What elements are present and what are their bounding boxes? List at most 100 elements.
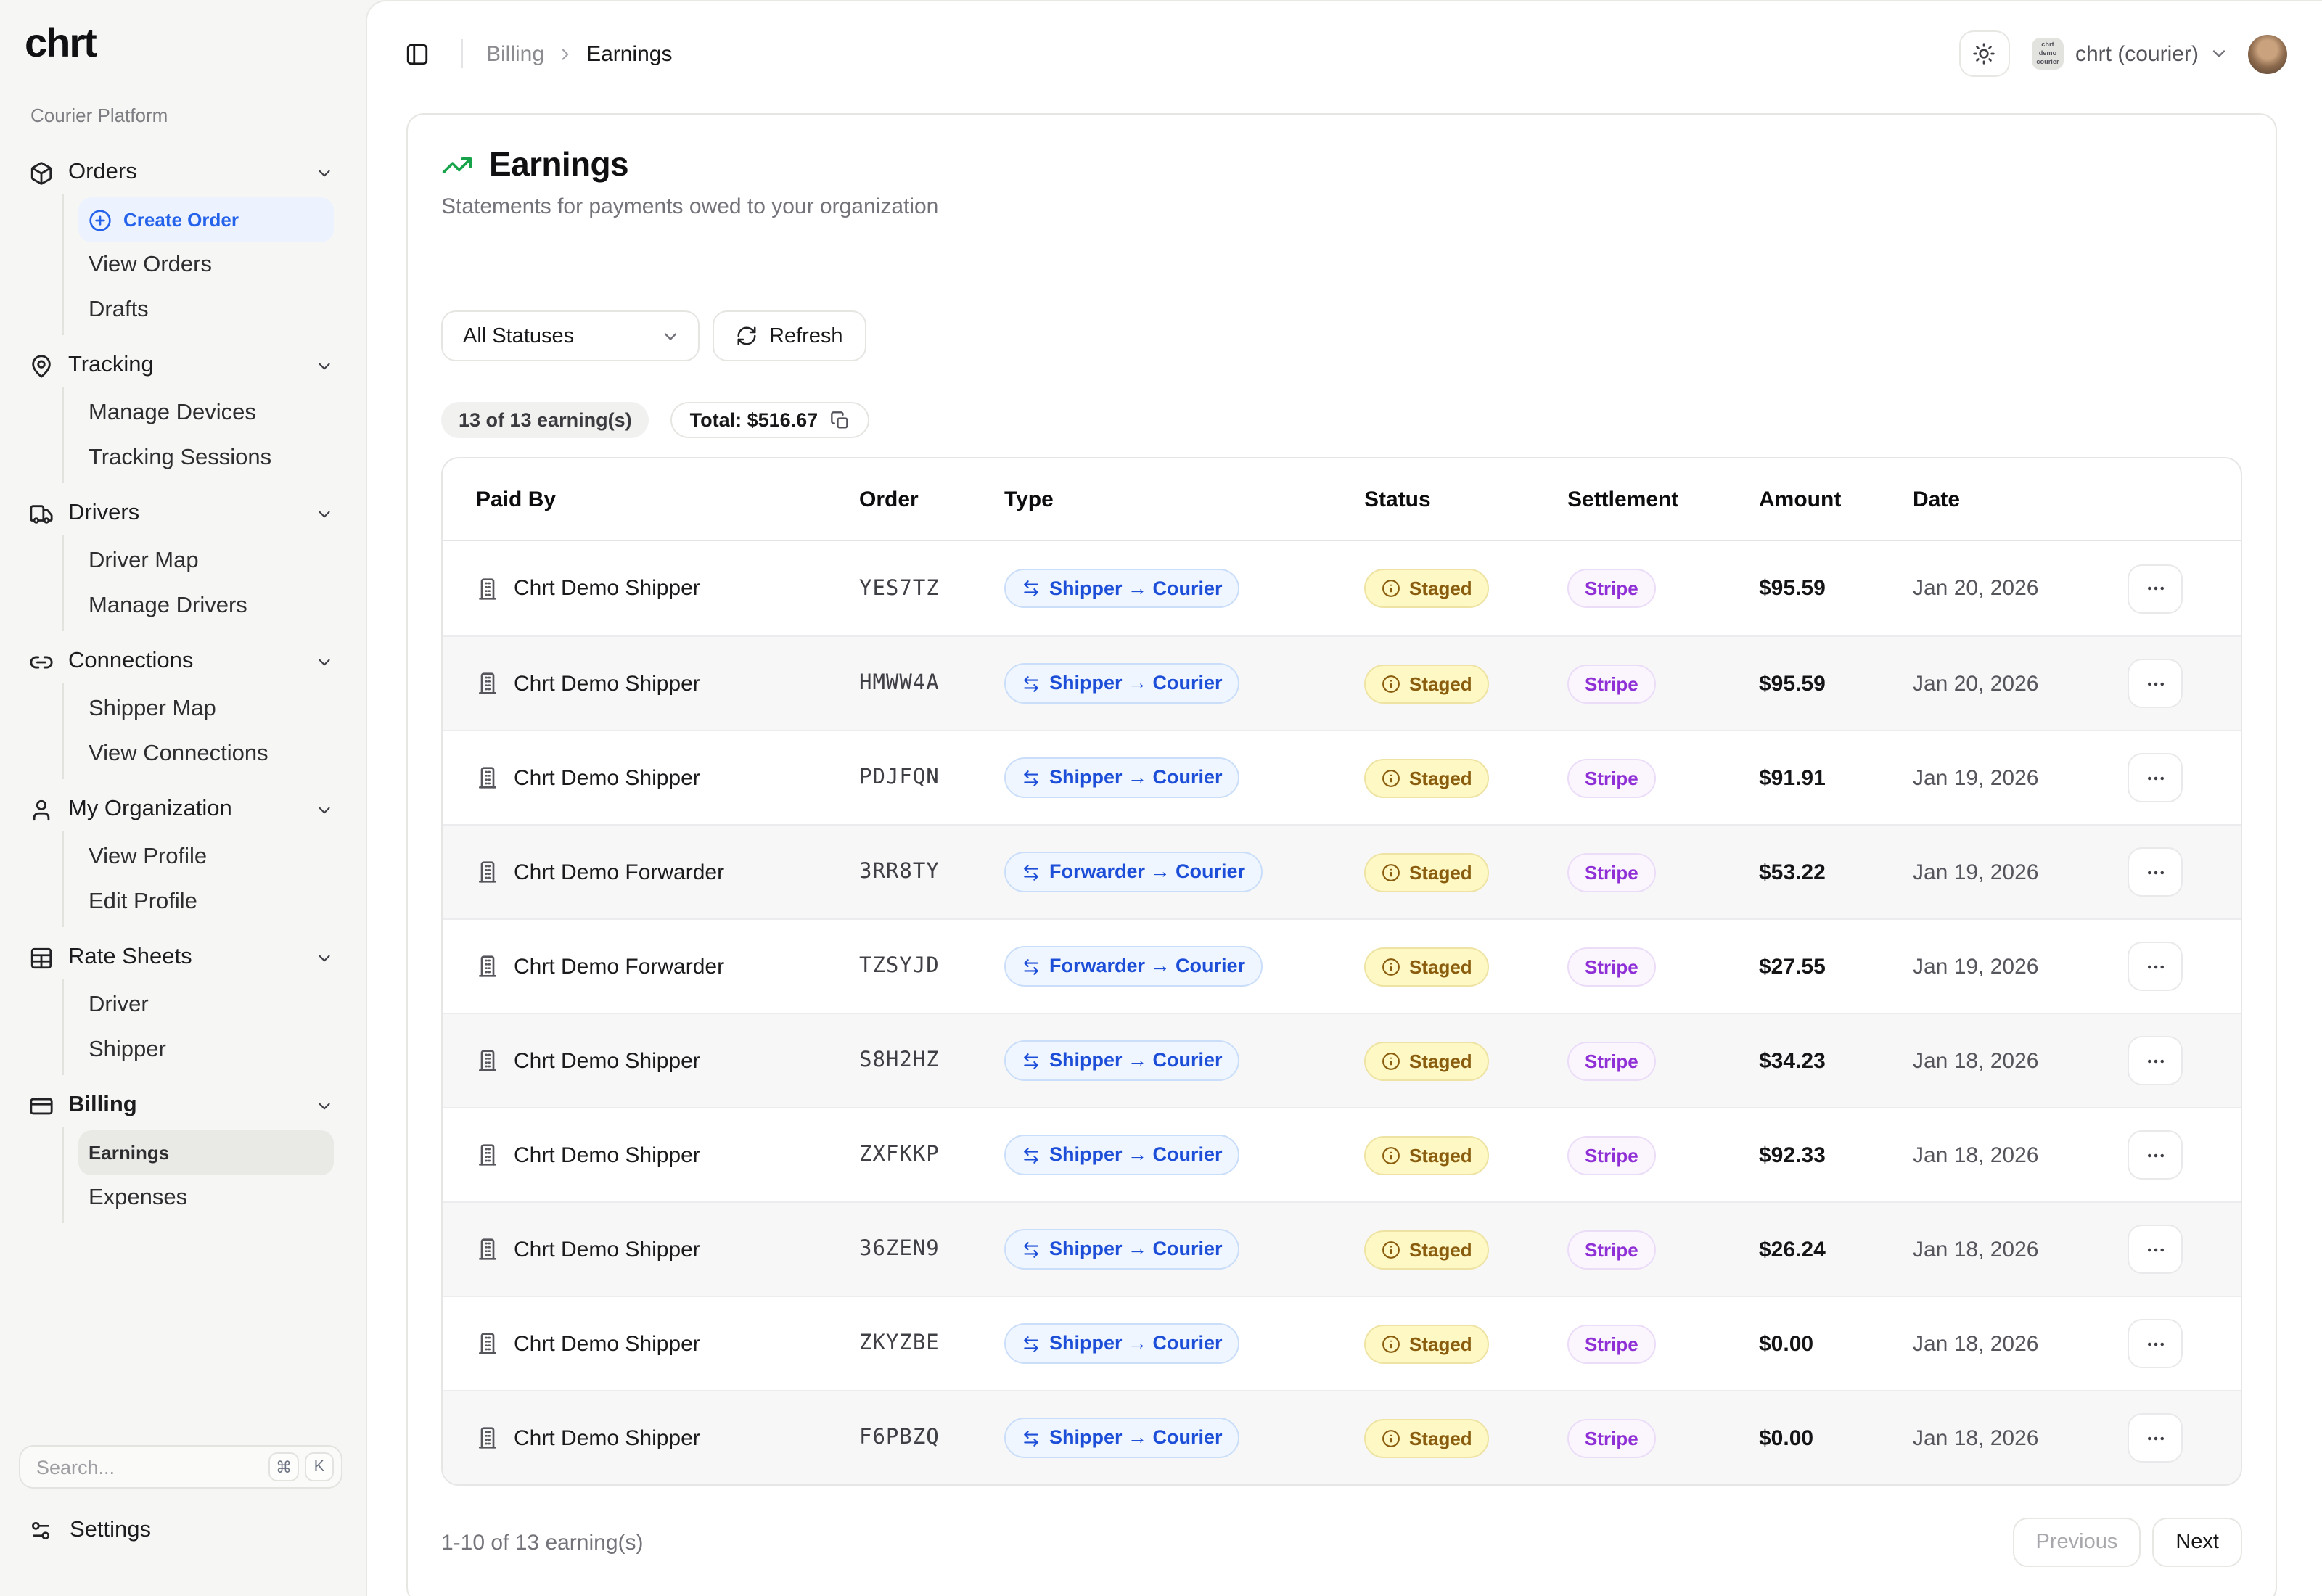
row-actions-button[interactable] [2128, 1413, 2183, 1463]
type-cell: Shipper → Courier [1004, 1041, 1364, 1081]
row-actions-button[interactable] [2128, 1036, 2183, 1085]
next-page-button[interactable]: Next [2152, 1518, 2242, 1567]
chevron-down-icon[interactable] [2209, 44, 2229, 64]
user-icon [29, 797, 54, 822]
avatar[interactable] [2248, 34, 2287, 73]
building-icon [476, 1049, 499, 1072]
paid-by-cell: Chrt Demo Shipper [476, 1237, 859, 1262]
settlement-cell: Stripe [1567, 758, 1759, 797]
sidebar-item-label: Rate Sheets [68, 945, 300, 971]
trending-up-icon [441, 149, 473, 181]
table-row[interactable]: Chrt Demo Shipper ZXFKKP Shipper → Couri… [443, 1107, 2241, 1201]
sidebar-item-rate-driver[interactable]: Driver [64, 982, 342, 1027]
building-icon [476, 860, 499, 884]
breadcrumb-section[interactable]: Billing [486, 41, 544, 66]
nav-group-connections: Connections Shipper Map View Connections [23, 640, 342, 779]
sidebar-item-drivers[interactable]: Drivers [23, 492, 342, 535]
arrows-left-right-icon [1022, 957, 1041, 976]
copy-icon[interactable] [829, 410, 850, 430]
divider [461, 39, 463, 68]
date-value: Jan 18, 2026 [1913, 1143, 2087, 1167]
search-box: ⌘ K [19, 1445, 342, 1489]
refresh-icon [736, 325, 758, 347]
page-subtitle: Statements for payments owed to your org… [441, 194, 2242, 219]
sidebar-item-tracking-sessions[interactable]: Tracking Sessions [64, 435, 342, 480]
sidebar-item-driver-map[interactable]: Driver Map [64, 538, 342, 583]
theme-toggle-button[interactable] [1959, 30, 2010, 77]
settlement-cell: Stripe [1567, 852, 1759, 892]
row-actions-button[interactable] [2128, 847, 2183, 897]
row-actions-button[interactable] [2128, 659, 2183, 708]
sidebar-item-manage-drivers[interactable]: Manage Drivers [64, 583, 342, 628]
sidebar-item-billing[interactable]: Billing [23, 1084, 342, 1127]
row-actions-button[interactable] [2128, 942, 2183, 991]
filter-controls: All Statuses Refresh [441, 310, 2242, 361]
sidebar-toggle-button[interactable] [395, 32, 438, 75]
sidebar-item-label: Billing [68, 1093, 300, 1119]
status-cell: Staged [1364, 947, 1567, 986]
credit-card-icon [29, 1093, 54, 1118]
status-badge: Staged [1364, 1418, 1490, 1457]
sidebar-item-rate-sheets[interactable]: Rate Sheets [23, 936, 342, 979]
row-actions-button[interactable] [2128, 753, 2183, 802]
column-header-type: Type [1004, 487, 1364, 511]
search-input[interactable] [36, 1456, 263, 1478]
sidebar-item-tracking[interactable]: Tracking [23, 344, 342, 387]
status-badge: Staged [1364, 758, 1490, 797]
status-badge: Staged [1364, 852, 1490, 892]
settlement-cell: Stripe [1567, 1041, 1759, 1080]
sidebar-item-drafts[interactable]: Drafts [64, 287, 342, 332]
sidebar-item-edit-profile[interactable]: Edit Profile [64, 879, 342, 924]
column-header-paid-by: Paid By [476, 487, 859, 511]
org-switcher[interactable]: chrt (courier) [2075, 41, 2199, 66]
actions-cell [2128, 1036, 2183, 1085]
sidebar-item-create-order[interactable]: Create Order [78, 197, 334, 242]
sidebar-item-orders[interactable]: Orders [23, 151, 342, 194]
table-row[interactable]: Chrt Demo Shipper PDJFQN Shipper → Couri… [443, 730, 2241, 824]
row-actions-button[interactable] [2128, 1225, 2183, 1274]
type-cell: Forwarder → Courier [1004, 852, 1364, 892]
sidebar-item-earnings[interactable]: Earnings [78, 1130, 334, 1175]
amount-value: $92.33 [1759, 1143, 1913, 1167]
row-actions-button[interactable] [2128, 1130, 2183, 1180]
sidebar-item-manage-devices[interactable]: Manage Devices [64, 390, 342, 435]
row-actions-button[interactable] [2128, 564, 2183, 613]
table-row[interactable]: Chrt Demo Forwarder TZSYJD Forwarder → C… [443, 918, 2241, 1013]
sidebar-item-view-profile[interactable]: View Profile [64, 834, 342, 879]
table-header-row: Paid By Order Type Status Settlement Amo… [443, 458, 2241, 541]
nav-group-tracking: Tracking Manage Devices Tracking Session… [23, 344, 342, 483]
status-filter-select[interactable]: All Statuses [441, 310, 700, 361]
settlement-badge: Stripe [1567, 1230, 1656, 1269]
table-row[interactable]: Chrt Demo Shipper S8H2HZ Shipper → Couri… [443, 1013, 2241, 1107]
refresh-button[interactable]: Refresh [713, 310, 866, 361]
table-row[interactable]: Chrt Demo Shipper HMWW4A Shipper → Couri… [443, 635, 2241, 730]
building-icon [476, 955, 499, 978]
sidebar-item-shipper-map[interactable]: Shipper Map [64, 686, 342, 731]
type-cell: Shipper → Courier [1004, 1230, 1364, 1270]
chevron-down-icon [660, 326, 681, 346]
topbar: Billing Earnings chrt demo courier chrt … [367, 1, 2322, 106]
status-badge: Staged [1364, 1041, 1490, 1080]
type-label: Forwarder → Courier [1049, 957, 1245, 976]
sidebar-item-view-connections[interactable]: View Connections [64, 731, 342, 776]
table-row[interactable]: Chrt Demo Shipper 36ZEN9 Shipper → Couri… [443, 1201, 2241, 1296]
sidebar-item-rate-shipper[interactable]: Shipper [64, 1027, 342, 1072]
amount-value: $91.91 [1759, 765, 1913, 790]
table-row[interactable]: Chrt Demo Shipper YES7TZ Shipper → Couri… [443, 541, 2241, 635]
status-cell: Staged [1364, 1041, 1567, 1080]
previous-page-button[interactable]: Previous [2013, 1518, 2141, 1567]
table-row[interactable]: Chrt Demo Shipper ZKYZBE Shipper → Couri… [443, 1296, 2241, 1390]
settlement-cell: Stripe [1567, 664, 1759, 703]
sidebar-item-my-organization[interactable]: My Organization [23, 788, 342, 831]
ellipsis-icon [2144, 1427, 2166, 1449]
sidebar-item-settings[interactable]: Settings [29, 1509, 151, 1552]
sidebar-item-view-orders[interactable]: View Orders [64, 242, 342, 287]
sidebar-item-expenses[interactable]: Expenses [64, 1175, 342, 1220]
table-row[interactable]: Chrt Demo Forwarder 3RR8TY Forwarder → C… [443, 824, 2241, 918]
sidebar-item-connections[interactable]: Connections [23, 640, 342, 683]
refresh-label: Refresh [769, 324, 843, 347]
building-icon [476, 766, 499, 789]
actions-cell [2128, 1225, 2183, 1274]
row-actions-button[interactable] [2128, 1319, 2183, 1368]
table-row[interactable]: Chrt Demo Shipper F6PBZQ Shipper → Couri… [443, 1390, 2241, 1484]
